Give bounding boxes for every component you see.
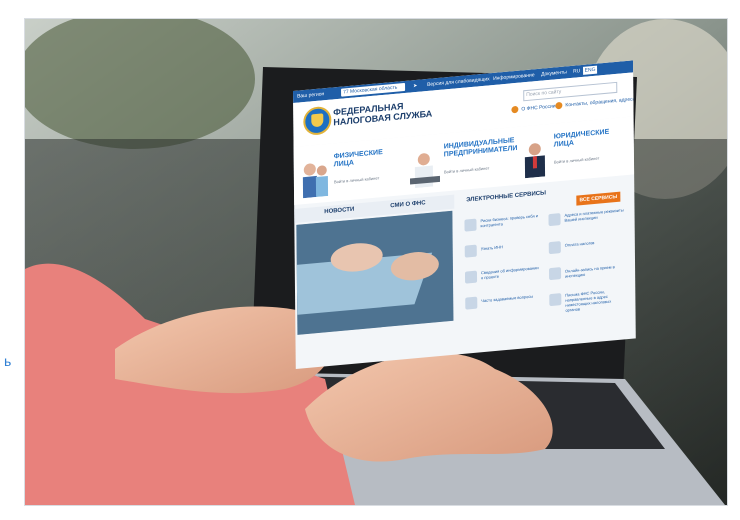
- service-payment[interactable]: Оплата налогов: [565, 237, 625, 248]
- info-service-icon: [464, 270, 478, 284]
- service-addresses[interactable]: Адреса и платежные реквизиты Вашей инспе…: [564, 207, 624, 222]
- service-faq[interactable]: Часто задаваемые вопросы: [481, 293, 541, 304]
- address-icon: [548, 213, 561, 227]
- tab-smi[interactable]: СМИ О ФНС: [390, 200, 425, 209]
- letters-icon: [549, 293, 562, 307]
- appointment-icon: [549, 267, 562, 281]
- segment-login-link[interactable]: Войти в личный кабинет: [444, 165, 489, 174]
- segment-label: ФИЗИЧЕСКИЕ ЛИЦА: [333, 148, 383, 169]
- service-informing[interactable]: Сведения об информировании о проекте: [481, 265, 541, 280]
- typing-hands-picture: [296, 210, 454, 335]
- segment-legal-entities[interactable]: ЮРИДИЧЕСКИЕ ЛИЦА Войти в личный кабинет: [520, 124, 620, 181]
- contacts-icon: [555, 101, 563, 110]
- segment-login-link[interactable]: Войти в личный кабинет: [554, 156, 599, 165]
- photo-frame: Ваш регион 77 Московская область ➤ Верси…: [24, 18, 728, 506]
- about-icon: [511, 105, 519, 114]
- service-appointment[interactable]: Онлайн-запись на прием в инспекцию: [565, 263, 625, 278]
- individuals-photo: [302, 163, 329, 199]
- fns-emblem-icon: [303, 105, 332, 137]
- segment-label: ИНДИВИДУАЛЬНЫЕ ПРЕДПРИНИМАТЕЛИ: [443, 137, 518, 159]
- about-link[interactable]: О ФНС России: [521, 103, 555, 112]
- risk-icon: [464, 218, 477, 232]
- payment-icon: [548, 241, 561, 255]
- legal-entities-photo: [524, 143, 546, 179]
- service-risks[interactable]: Риски бизнеса: проверь себя и контрагент…: [480, 213, 540, 228]
- segment-entrepreneurs[interactable]: ИНДИВИДУАЛЬНЫЕ ПРЕДПРИНИМАТЕЛИ Войти в л…: [409, 134, 518, 191]
- laptop-screen: Ваш регион 77 Московская область ➤ Верси…: [293, 60, 636, 370]
- faq-icon: [465, 296, 478, 310]
- news-slider-image[interactable]: • • •: [296, 210, 454, 335]
- tab-news[interactable]: НОВОСТИ: [324, 207, 354, 216]
- entrepreneurs-photo: [409, 153, 441, 189]
- all-services-button[interactable]: ВСЕ СЕРВИСЫ: [576, 191, 621, 206]
- segment-login-link[interactable]: Войти в личный кабинет: [334, 175, 379, 184]
- edge-text-fragment: ь: [4, 353, 12, 369]
- services-title: ЭЛЕКТРОННЫЕ СЕРВИСЫ: [466, 190, 546, 204]
- segment-individuals[interactable]: ФИЗИЧЕСКИЕ ЛИЦА Войти в личный кабинет: [300, 143, 400, 200]
- segment-label: ЮРИДИЧЕСКИЕ ЛИЦА: [553, 128, 610, 149]
- service-letters[interactable]: Письма ФНС России, направленные в адрес …: [565, 287, 625, 313]
- inn-icon: [464, 244, 477, 258]
- lang-switch[interactable]: ENG: [583, 65, 598, 75]
- bird-logo-icon: ➤: [413, 82, 418, 90]
- contacts-link[interactable]: Контакты, обращения, адреса: [565, 96, 635, 108]
- lang-label: RU: [573, 68, 581, 75]
- site-title: ФЕДЕРАЛЬНАЯ НАЛОГОВАЯ СЛУЖБА: [333, 98, 432, 127]
- service-inn[interactable]: Узнать ИНН: [481, 241, 541, 251]
